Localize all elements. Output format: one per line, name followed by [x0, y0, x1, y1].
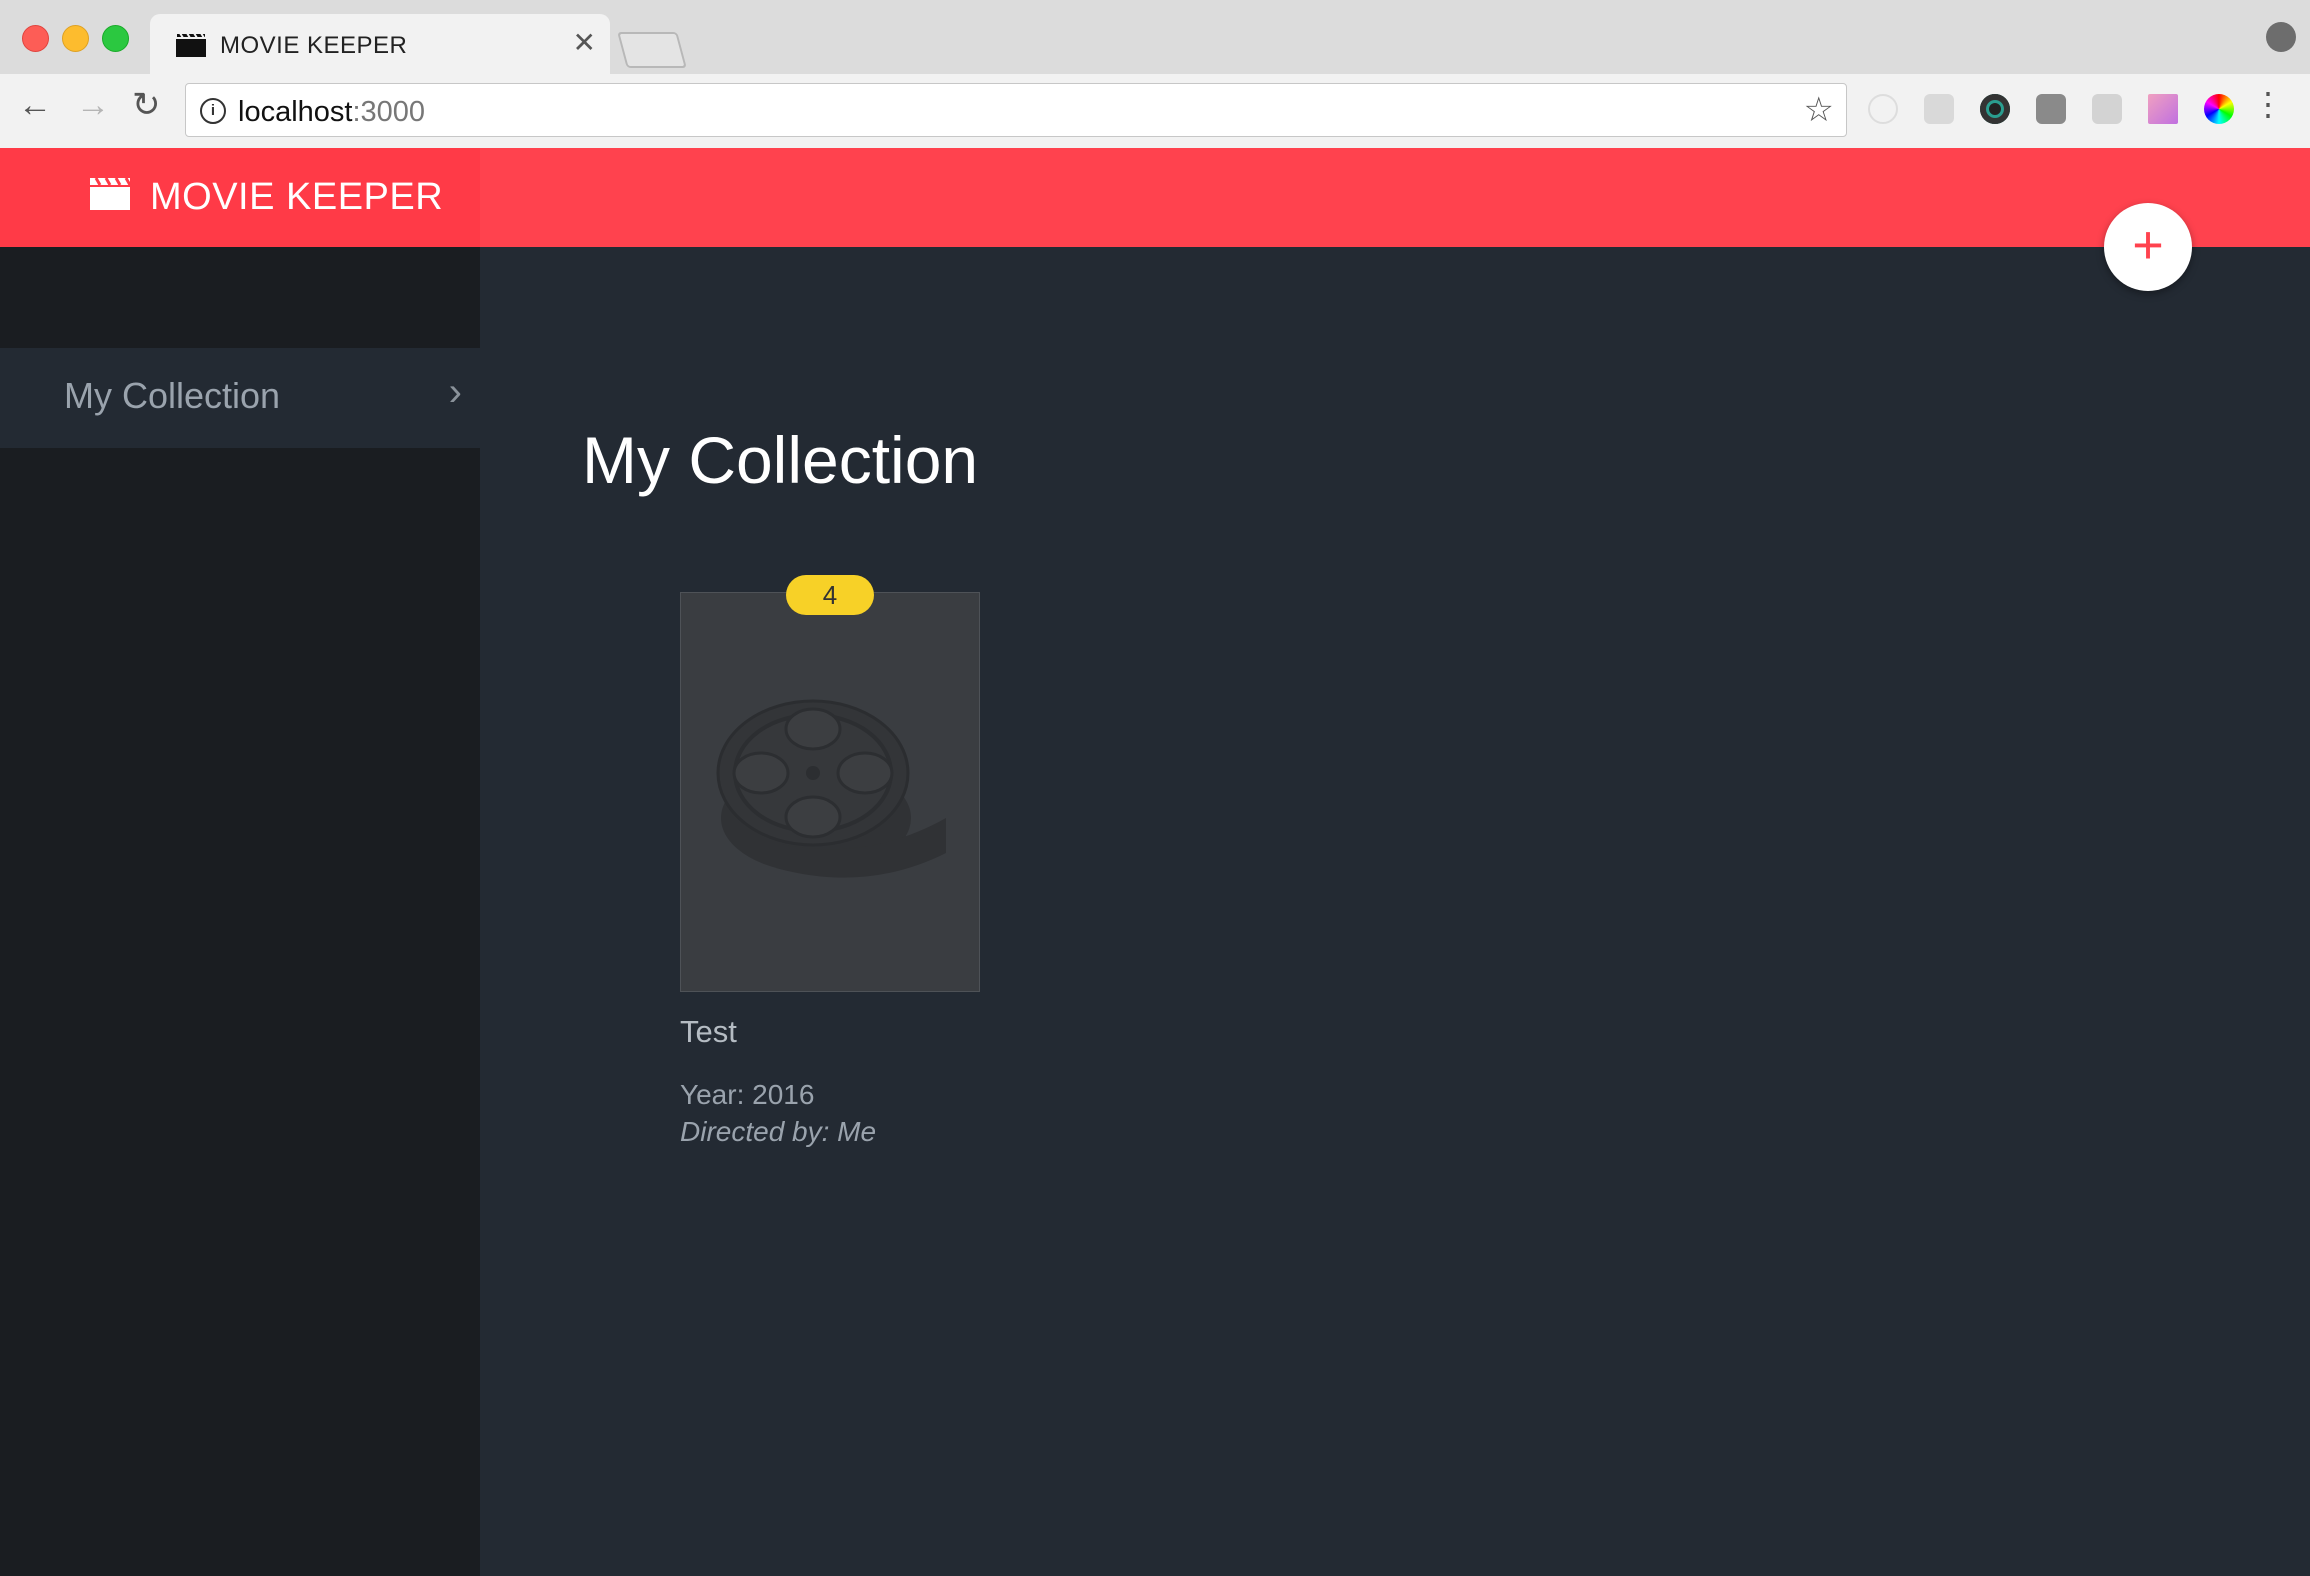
reload-icon[interactable]: ↻	[132, 88, 161, 122]
forward-icon[interactable]: →	[76, 88, 110, 122]
window-maximize-button[interactable]	[102, 25, 129, 52]
sidebar-item-label: My Collection	[64, 375, 281, 416]
react-devtools-icon[interactable]	[1924, 94, 1954, 124]
plus-icon: +	[2132, 215, 2164, 275]
tab-close-icon[interactable]: ✕	[573, 29, 596, 57]
gradient-extension-icon[interactable]	[2148, 94, 2178, 124]
browser-menu-icon[interactable]: ⋮	[2252, 88, 2284, 120]
shield-extension-icon[interactable]	[2036, 94, 2066, 124]
brand-title: MOVIE KEEPER	[150, 176, 444, 218]
rating-badge: 4	[786, 575, 874, 615]
address-bar[interactable]: i localhost:3000 ☆	[185, 83, 1847, 137]
back-icon[interactable]: ←	[18, 88, 52, 122]
profile-icon[interactable]	[2266, 22, 2296, 52]
sidebar-item-my-collection[interactable]: My Collection ›	[0, 348, 480, 448]
ghost-extension-icon[interactable]	[1868, 94, 1898, 124]
url-text: localhost:3000	[238, 96, 426, 128]
clapperboard-icon	[90, 178, 130, 210]
movie-poster[interactable]	[680, 592, 980, 992]
play-extension-icon[interactable]	[2092, 94, 2122, 124]
main-content: My Collection 4 Test Year: 2016 Directed…	[480, 247, 2310, 1576]
movie-title[interactable]: Test	[680, 1014, 737, 1050]
movie-director: Directed by: Me	[680, 1116, 877, 1147]
page-title: My Collection	[582, 423, 979, 497]
clapperboard-icon	[176, 33, 206, 57]
browser-toolbar: ← → ↻ i localhost:3000 ☆ ⋮	[0, 74, 2310, 149]
brand[interactable]: MOVIE KEEPER	[0, 148, 480, 247]
color-wheel-extension-icon[interactable]	[2204, 94, 2234, 124]
window-minimize-button[interactable]	[62, 25, 89, 52]
window-close-button[interactable]	[22, 25, 49, 52]
browser-titlebar: MOVIE KEEPER ✕	[0, 0, 2310, 74]
new-tab-button[interactable]	[617, 32, 687, 68]
bookmark-star-icon[interactable]: ☆	[1804, 90, 1834, 130]
add-movie-button[interactable]: +	[2104, 203, 2192, 291]
browser-tab[interactable]: MOVIE KEEPER ✕	[150, 14, 610, 74]
chevron-right-icon: ›	[448, 370, 462, 414]
app-header: MOVIE KEEPER	[0, 148, 2310, 247]
tab-title: MOVIE KEEPER	[220, 32, 408, 59]
info-icon[interactable]: i	[200, 98, 226, 124]
camera-extension-icon[interactable]	[1980, 94, 2010, 124]
film-reel-icon	[716, 699, 946, 878]
sidebar: My Collection ›	[0, 247, 480, 1576]
movie-year: Year: 2016	[680, 1079, 815, 1110]
